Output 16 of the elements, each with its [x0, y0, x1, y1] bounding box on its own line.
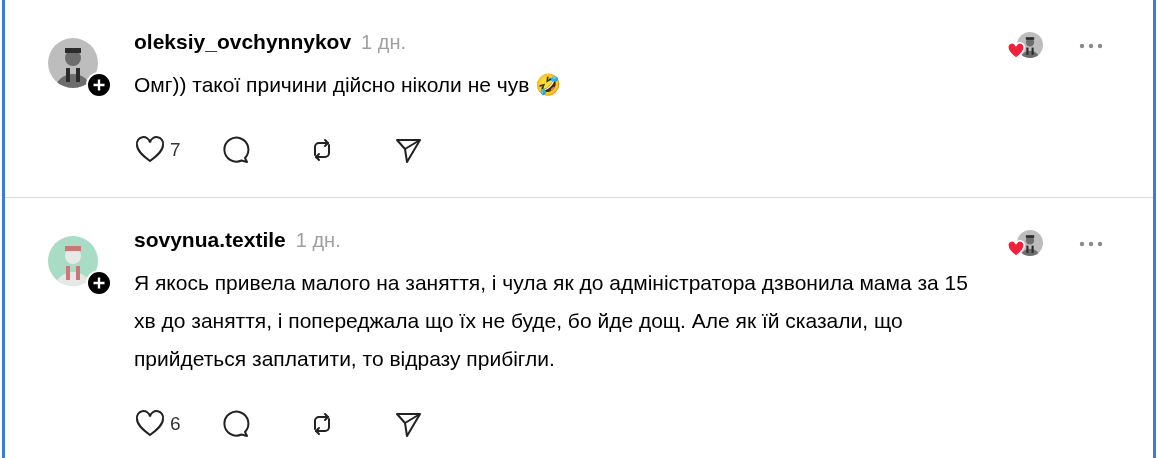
more-icon[interactable] [1079, 42, 1103, 50]
heart-icon [1007, 42, 1025, 59]
comment-icon[interactable] [220, 408, 252, 440]
heart-icon [1007, 240, 1025, 257]
comment-icon[interactable] [220, 134, 252, 166]
more-icon[interactable] [1079, 240, 1103, 248]
like-count: 7 [170, 139, 181, 161]
comment-text: Я якось привела малого на заняття, і чула як до адміністратора дзвонила мама за 15 хв до заняття, і попереджала що їх не буде, бо йде дощ. Але як їй сказали, що прийдеться заплатити, то відразу прибігли. [134, 270, 969, 372]
username[interactable]: sovynua.textile [134, 228, 286, 252]
like-count: 6 [170, 413, 181, 435]
comment-text: Омг)) такої причини дійсно ніколи не чув 🤣 [134, 72, 563, 98]
timestamp: 1 дн. [361, 31, 407, 54]
follow-icon[interactable] [86, 72, 112, 98]
username[interactable]: oleksiy_ovchynnykov [134, 30, 352, 54]
follow-icon[interactable] [86, 270, 112, 296]
timestamp: 1 дн. [295, 229, 341, 252]
